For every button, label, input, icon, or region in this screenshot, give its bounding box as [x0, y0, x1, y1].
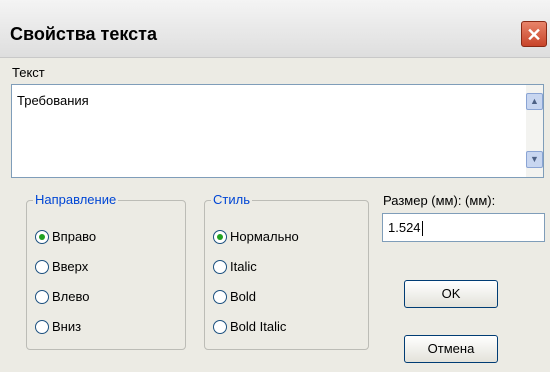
size-value-text: 1.524 [388, 220, 421, 235]
radio-selected-dot [39, 233, 45, 240]
radio-button[interactable] [213, 289, 227, 304]
radio-button[interactable] [213, 259, 227, 274]
direction-option-up[interactable]: Вверх [35, 259, 88, 274]
direction-group: Направление Вправо Вверх Влево Вниз [26, 192, 186, 350]
style-option-bold-italic[interactable]: Bold Italic [213, 319, 286, 334]
style-option-label: Bold Italic [230, 319, 287, 334]
direction-option-label: Вниз [52, 319, 82, 334]
radio-button[interactable] [213, 229, 227, 244]
text-input-value: Требования [17, 93, 89, 108]
close-button[interactable]: ✕ [521, 21, 547, 47]
direction-option-label: Вверх [52, 259, 89, 274]
size-input-value: 1.524 [388, 220, 423, 237]
direction-option-label: Вправо [52, 229, 97, 244]
radio-button[interactable] [213, 319, 227, 334]
dialog-title: Свойства текста [10, 24, 157, 44]
radio-button[interactable] [35, 289, 49, 304]
direction-legend: Направление [33, 192, 119, 207]
text-scrollbar[interactable]: ▲ ▼ [526, 85, 543, 177]
style-option-normal[interactable]: Нормально [213, 229, 299, 244]
style-option-italic[interactable]: Italic [213, 259, 257, 274]
style-option-bold[interactable]: Bold [213, 289, 256, 304]
scroll-down-button[interactable]: ▼ [526, 151, 543, 168]
direction-option-left[interactable]: Влево [35, 289, 89, 304]
style-group: Стиль Нормально Italic Bold Bold Italic [204, 192, 369, 350]
scroll-up-button[interactable]: ▲ [526, 93, 543, 110]
text-properties-dialog: Свойства текста ✕ Текст Требования ▲ ▼ Н… [0, 0, 550, 372]
cancel-button[interactable]: Отмена [404, 335, 498, 363]
radio-selected-dot [217, 233, 223, 240]
style-legend: Стиль [211, 192, 252, 207]
text-input-area[interactable]: Требования ▲ ▼ [11, 84, 544, 178]
size-input[interactable]: 1.524 [382, 213, 545, 242]
style-option-label: Italic [230, 259, 257, 274]
style-option-label: Нормально [230, 229, 299, 244]
direction-option-right[interactable]: Вправо [35, 229, 96, 244]
scroll-up-icon: ▲ [530, 96, 539, 106]
text-caret [421, 221, 423, 237]
radio-button[interactable] [35, 319, 49, 334]
direction-option-down[interactable]: Вниз [35, 319, 81, 334]
radio-button[interactable] [35, 229, 49, 244]
text-label: Текст [12, 65, 45, 80]
close-icon: ✕ [526, 25, 542, 45]
radio-button[interactable] [35, 259, 49, 274]
ok-button[interactable]: OK [404, 280, 498, 308]
direction-option-label: Влево [52, 289, 90, 304]
style-option-label: Bold [230, 289, 257, 304]
scroll-down-icon: ▼ [530, 154, 539, 164]
size-label: Размер (мм): (мм): [383, 193, 496, 208]
title-bar: Свойства текста ✕ [0, 0, 550, 58]
